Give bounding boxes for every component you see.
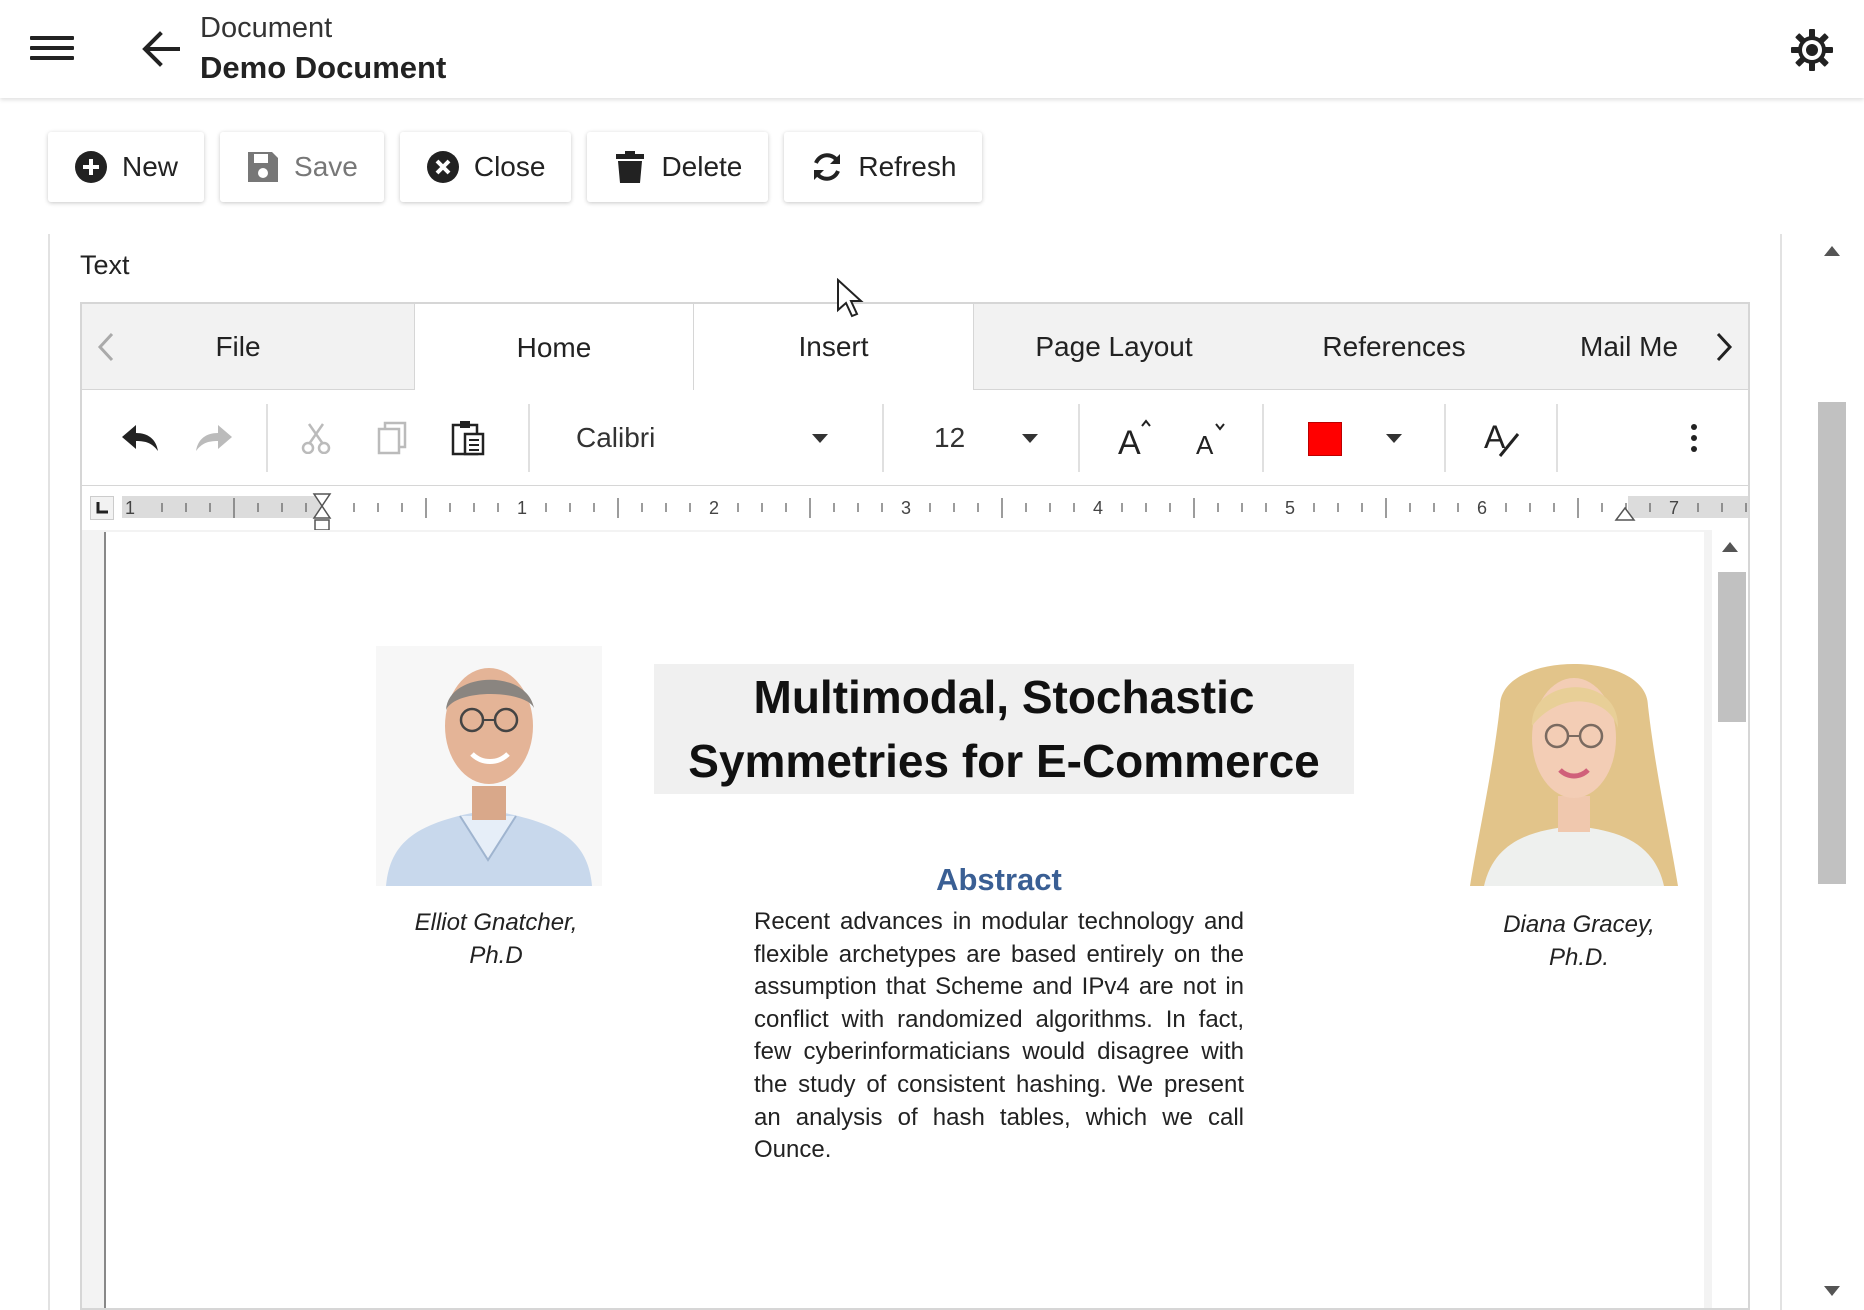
trash-icon — [616, 151, 645, 183]
action-bar: New Save Close Delete Refresh — [48, 132, 983, 202]
save-button[interactable]: Save — [220, 132, 384, 202]
author-caption-left: Elliot Gnatcher, Ph.D — [396, 906, 596, 972]
ruler-label: 4 — [1093, 498, 1103, 518]
ruler-label: 3 — [901, 498, 911, 518]
document-title[interactable]: Multimodal, Stochastic Symmetries for E-… — [654, 664, 1354, 794]
font-family-select[interactable]: Calibri — [576, 410, 916, 466]
more-options-icon[interactable] — [1666, 410, 1722, 466]
undo-icon[interactable] — [112, 410, 168, 466]
delete-button[interactable]: Delete — [587, 132, 769, 202]
ruler-label: 2 — [709, 498, 719, 518]
tab-insert[interactable]: Insert — [694, 304, 974, 390]
refresh-button-label: Refresh — [858, 151, 957, 182]
abstract-body[interactable]: Recent advances in modular technology an… — [754, 906, 1244, 1167]
tabs-scroll-left-icon[interactable] — [86, 324, 126, 370]
document-canvas[interactable]: Multimodal, Stochastic Symmetries for E-… — [82, 530, 1748, 1308]
horizontal-ruler[interactable]: 1 1 2 3 4 5 6 7 — [82, 486, 1748, 532]
abstract-heading: Abstract — [936, 862, 1062, 897]
author-photo-right — [1460, 646, 1688, 886]
document-scrollbar-thumb[interactable] — [1718, 572, 1746, 722]
tabs-scroll-right-icon[interactable] — [1704, 324, 1744, 370]
tab-page-layout[interactable]: Page Layout — [974, 304, 1254, 390]
page-title: Demo Document — [200, 50, 447, 85]
rich-text-editor: File Home Insert Page Layout References … — [80, 302, 1750, 1310]
new-button-label: New — [122, 151, 179, 182]
document-page[interactable]: Multimodal, Stochastic Symmetries for E-… — [104, 532, 1704, 1308]
paste-icon[interactable] — [440, 410, 496, 466]
text-field-label: Text — [80, 250, 130, 280]
mouse-cursor-icon — [837, 278, 864, 318]
close-button[interactable]: Close — [399, 132, 572, 202]
gear-icon[interactable] — [1790, 28, 1834, 72]
ruler-label: 5 — [1285, 498, 1295, 518]
ruler-label: 1 — [125, 498, 135, 518]
svg-text:A: A — [1484, 419, 1506, 455]
document-scrollbar[interactable] — [1712, 530, 1748, 1308]
ribbon-toolbar: Calibri 12 A A A — [82, 390, 1748, 486]
tab-file[interactable]: File — [122, 304, 354, 390]
delete-button-label: Delete — [661, 151, 743, 182]
author-name-right: Diana Gracey, — [1503, 911, 1655, 938]
author-degree-left: Ph.D — [469, 942, 523, 969]
author-caption-right: Diana Gracey, Ph.D. — [1464, 908, 1694, 974]
scroll-up-icon[interactable] — [1824, 246, 1840, 256]
ruler-label: 7 — [1669, 498, 1679, 518]
ruler-label: 1 — [517, 498, 527, 518]
font-size-dropdown-icon — [1022, 434, 1038, 443]
save-button-label: Save — [294, 151, 358, 182]
font-family-value: Calibri — [576, 422, 656, 453]
doc-scroll-up-icon[interactable] — [1722, 542, 1738, 552]
page-subtitle: Document — [200, 12, 333, 44]
font-family-dropdown-icon — [812, 434, 828, 443]
font-color-swatch[interactable] — [1308, 422, 1342, 456]
close-circle-icon — [426, 151, 459, 183]
font-size-value: 12 — [934, 422, 966, 453]
svg-text:A: A — [1118, 424, 1141, 458]
font-color-dropdown-icon[interactable] — [1366, 410, 1422, 466]
page-scrollbar-thumb[interactable] — [1818, 402, 1846, 884]
scroll-down-icon[interactable] — [1824, 1286, 1840, 1296]
tab-references[interactable]: References — [1254, 304, 1534, 390]
indent-marker-icon[interactable] — [312, 492, 332, 532]
app-header: Document Demo Document — [0, 0, 1864, 98]
back-arrow-icon[interactable] — [138, 26, 184, 72]
page-scrollbar[interactable] — [1812, 234, 1852, 1310]
close-button-label: Close — [473, 151, 546, 182]
plus-circle-icon — [75, 151, 107, 183]
shrink-font-icon[interactable]: A — [1182, 410, 1238, 466]
tab-home[interactable]: Home — [414, 304, 694, 391]
grow-font-icon[interactable]: A — [1106, 410, 1162, 466]
refresh-button[interactable]: Refresh — [784, 132, 983, 202]
new-button[interactable]: New — [48, 132, 205, 202]
redo-icon[interactable] — [186, 410, 242, 466]
ribbon-tabs: File Home Insert Page Layout References … — [82, 304, 1748, 391]
author-name-left: Elliot Gnatcher, — [414, 909, 578, 936]
hamburger-menu-icon[interactable] — [30, 30, 74, 70]
svg-text:A: A — [1196, 430, 1214, 458]
author-degree-right: Ph.D. — [1548, 944, 1610, 971]
floppy-disk-icon — [248, 152, 279, 182]
author-photo-left — [376, 646, 602, 886]
font-size-select[interactable]: 12 — [934, 410, 1084, 466]
refresh-icon — [814, 153, 841, 181]
cut-icon[interactable] — [288, 410, 344, 466]
ruler-label: 6 — [1477, 498, 1487, 518]
right-indent-marker-icon[interactable] — [1614, 504, 1636, 524]
copy-icon[interactable] — [364, 410, 420, 466]
clear-formatting-icon[interactable]: A — [1474, 410, 1530, 466]
tab-mailings[interactable]: Mail Me — [1534, 304, 1714, 390]
